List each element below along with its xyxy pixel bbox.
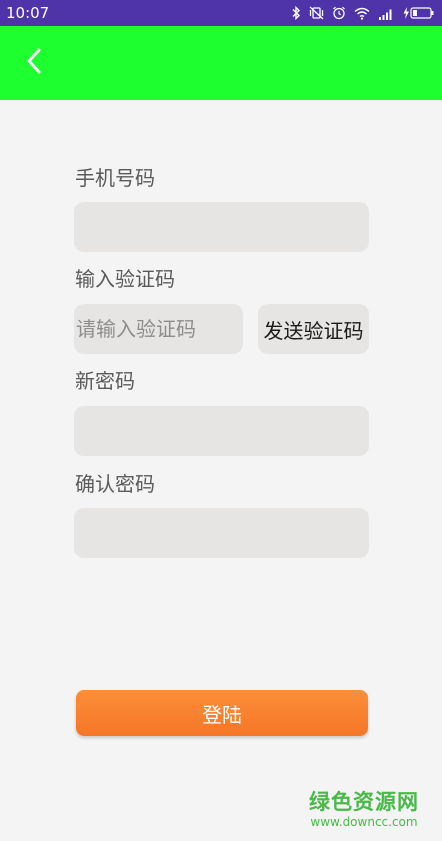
watermark-url: www.downcc.com	[310, 815, 418, 829]
login-button[interactable]: 登陆	[76, 690, 368, 736]
verification-code-input[interactable]	[74, 304, 243, 354]
send-code-button[interactable]: 发送验证码	[258, 304, 369, 354]
alarm-icon	[332, 6, 346, 20]
signal-icon	[378, 7, 394, 20]
battery-charging-icon	[402, 6, 434, 20]
watermark: 绿色资源网 www.downcc.com	[308, 790, 420, 830]
app-header	[0, 26, 442, 100]
wifi-icon	[354, 7, 370, 20]
status-bar: 10:07	[0, 0, 442, 26]
chevron-left-icon	[25, 46, 43, 80]
back-button[interactable]	[16, 44, 52, 82]
phone-input[interactable]	[74, 202, 369, 252]
status-time: 10:07	[6, 4, 50, 22]
new-password-input[interactable]	[74, 406, 369, 456]
new-password-label: 新密码	[75, 369, 135, 393]
confirm-password-input[interactable]	[74, 508, 369, 558]
confirm-password-label: 确认密码	[75, 472, 155, 496]
watermark-title: 绿色资源网	[309, 790, 419, 814]
status-icons	[292, 5, 434, 21]
code-label: 输入验证码	[75, 267, 175, 291]
bluetooth-icon	[292, 6, 301, 20]
phone-label: 手机号码	[75, 166, 155, 190]
vibrate-off-icon	[309, 6, 324, 20]
